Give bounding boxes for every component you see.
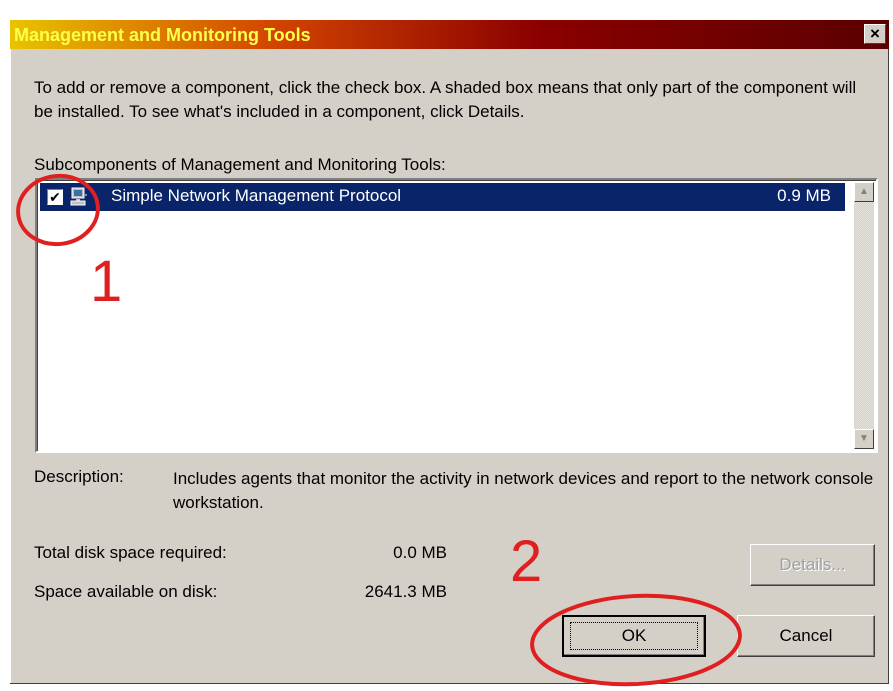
disk-required-value: 0.0 MB	[393, 543, 447, 562]
component-checkbox[interactable]: ✔	[47, 189, 63, 205]
vertical-scrollbar[interactable]: ▲ ▼	[854, 182, 874, 449]
description-label: Description:	[34, 467, 124, 486]
network-computer-icon	[70, 187, 87, 206]
component-label: Simple Network Management Protocol	[111, 186, 402, 205]
subcomponents-label: Subcomponents of Management and Monitori…	[34, 155, 446, 174]
ok-button[interactable]: OK	[562, 615, 706, 657]
instruction-text: To add or remove a component, click the …	[34, 78, 857, 121]
annotation-number-2: 2	[510, 529, 543, 594]
description-text: Includes agents that monitor the activit…	[173, 469, 874, 512]
disk-available-value: 2641.3 MB	[364, 582, 447, 601]
cancel-button[interactable]: Cancel	[737, 615, 875, 657]
list-item[interactable]: ✔ Simple Network Management Protocol 0.9…	[40, 183, 845, 211]
component-size: 0.9 MB	[777, 186, 831, 205]
window-title: Management and Monitoring Tools	[14, 25, 311, 45]
disk-available-label: Space available on disk:	[34, 582, 218, 601]
focus-rectangle	[570, 622, 698, 650]
disk-required-label: Total disk space required:	[34, 543, 227, 562]
scroll-down-button[interactable]: ▼	[854, 429, 874, 449]
subcomponents-list[interactable]: ✔ Simple Network Management Protocol 0.9…	[35, 178, 878, 453]
details-button[interactable]: Details...	[750, 544, 875, 586]
title-bar[interactable]: Management and Monitoring Tools ×	[10, 20, 889, 49]
close-button[interactable]: ×	[864, 24, 886, 44]
annotation-number-1: 1	[90, 249, 123, 314]
scroll-up-button[interactable]: ▲	[854, 182, 874, 202]
dialog-window: Management and Monitoring Tools × To add…	[10, 20, 889, 684]
